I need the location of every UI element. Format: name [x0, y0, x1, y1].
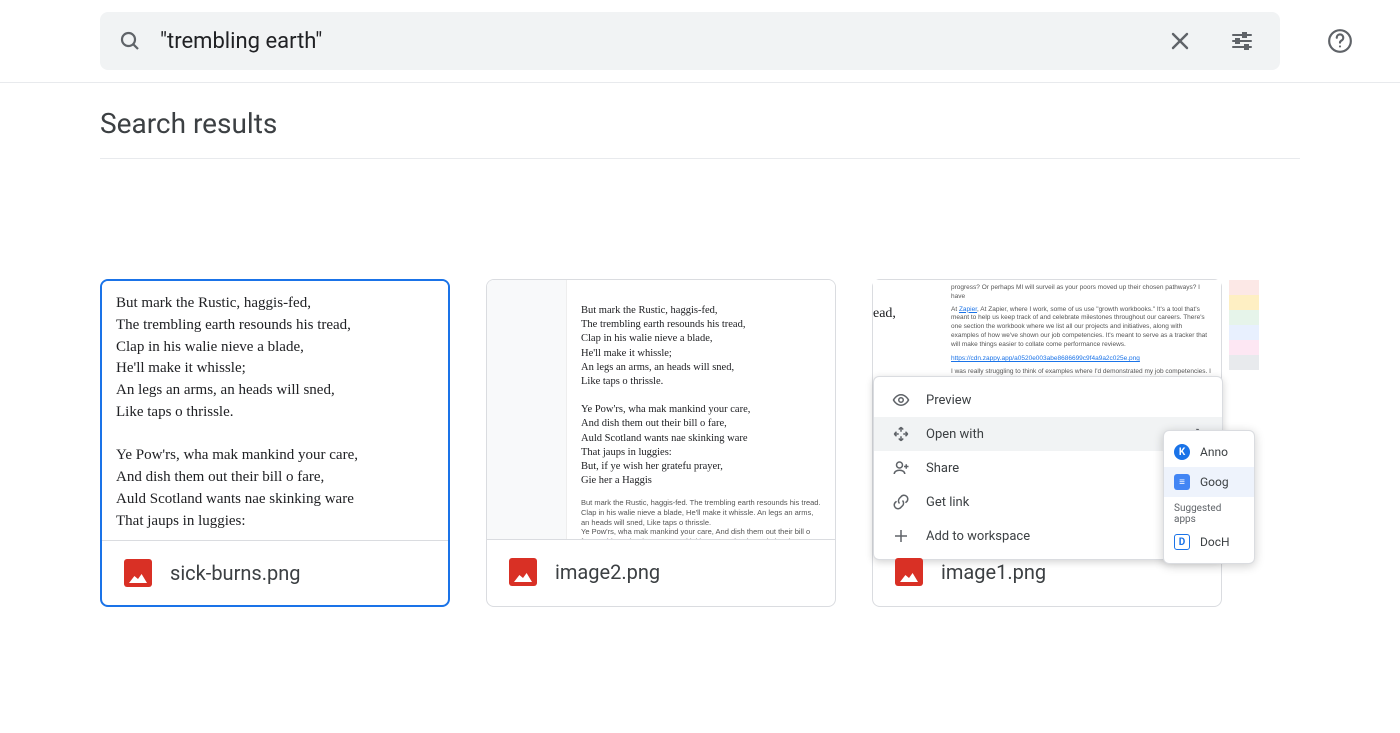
clear-search-icon[interactable] — [1160, 21, 1200, 61]
search-options-icon[interactable] — [1222, 21, 1262, 61]
submenu-item[interactable]: ≡ Goog — [1164, 467, 1254, 497]
header — [0, 0, 1400, 83]
content: Search results But mark the Rustic, hagg… — [0, 83, 1400, 631]
thumbnail-notes: But mark the Rustic, haggis-fed. The tre… — [581, 498, 821, 540]
search-icon — [118, 29, 142, 53]
file-thumbnail: But mark the Rustic, haggis-fed, The tre… — [102, 281, 448, 541]
menu-label: Preview — [926, 393, 971, 408]
menu-label: Add to workspace — [926, 529, 1030, 544]
file-name: sick-burns.png — [170, 561, 301, 585]
submenu-label: Goog — [1200, 475, 1229, 489]
file-footer: sick-burns.png — [102, 541, 448, 605]
link-icon — [892, 493, 910, 511]
plus-icon — [892, 527, 910, 545]
menu-label: Open with — [926, 427, 984, 442]
search-input[interactable] — [160, 29, 1160, 54]
submenu-item[interactable]: K Anno — [1164, 437, 1254, 467]
app-icon: K — [1174, 444, 1190, 460]
eye-icon — [892, 391, 910, 409]
menu-label: Share — [926, 461, 959, 476]
submenu-item[interactable]: D DocH — [1164, 527, 1254, 557]
image-file-icon — [509, 558, 537, 586]
search-actions — [1160, 21, 1262, 61]
file-thumbnail: But mark the Rustic, haggis-fed, The tre… — [487, 280, 835, 540]
file-card[interactable]: But mark the Rustic, haggis-fed, The tre… — [100, 279, 450, 607]
search-bar[interactable] — [100, 12, 1280, 70]
results-title: Search results — [100, 107, 1300, 159]
menu-item-preview[interactable]: Preview — [874, 383, 1222, 417]
menu-label: Get link — [926, 495, 969, 510]
submenu-section: Suggested apps — [1164, 497, 1254, 527]
app-icon: ≡ — [1174, 474, 1190, 490]
open-with-submenu: K Anno ≡ Goog Suggested apps D DocH — [1163, 430, 1255, 564]
help-icon[interactable] — [1320, 21, 1360, 61]
image-file-icon — [895, 558, 923, 586]
file-footer: image2.png — [487, 540, 835, 604]
thumbnail-text: But mark the Rustic, haggis-fed, The tre… — [102, 281, 448, 541]
file-name: image2.png — [555, 560, 660, 584]
submenu-label: DocH — [1200, 535, 1230, 549]
person-add-icon — [892, 459, 910, 477]
results-grid: But mark the Rustic, haggis-fed, The tre… — [100, 169, 1300, 607]
image-file-icon — [124, 559, 152, 587]
file-card[interactable]: ead, progress? Or perhaps MI will survei… — [872, 279, 1222, 607]
app-icon: D — [1174, 534, 1190, 550]
thumb-fragment: ead, — [873, 306, 896, 322]
submenu-label: Anno — [1200, 445, 1228, 459]
thumbnail-text: But mark the Rustic, haggis-fed, The tre… — [581, 304, 821, 488]
open-with-icon — [892, 425, 910, 443]
file-name: image1.png — [941, 560, 1046, 584]
file-card[interactable]: But mark the Rustic, haggis-fed, The tre… — [486, 279, 836, 607]
file-thumbnail: ead, progress? Or perhaps MI will survei… — [873, 280, 1221, 540]
